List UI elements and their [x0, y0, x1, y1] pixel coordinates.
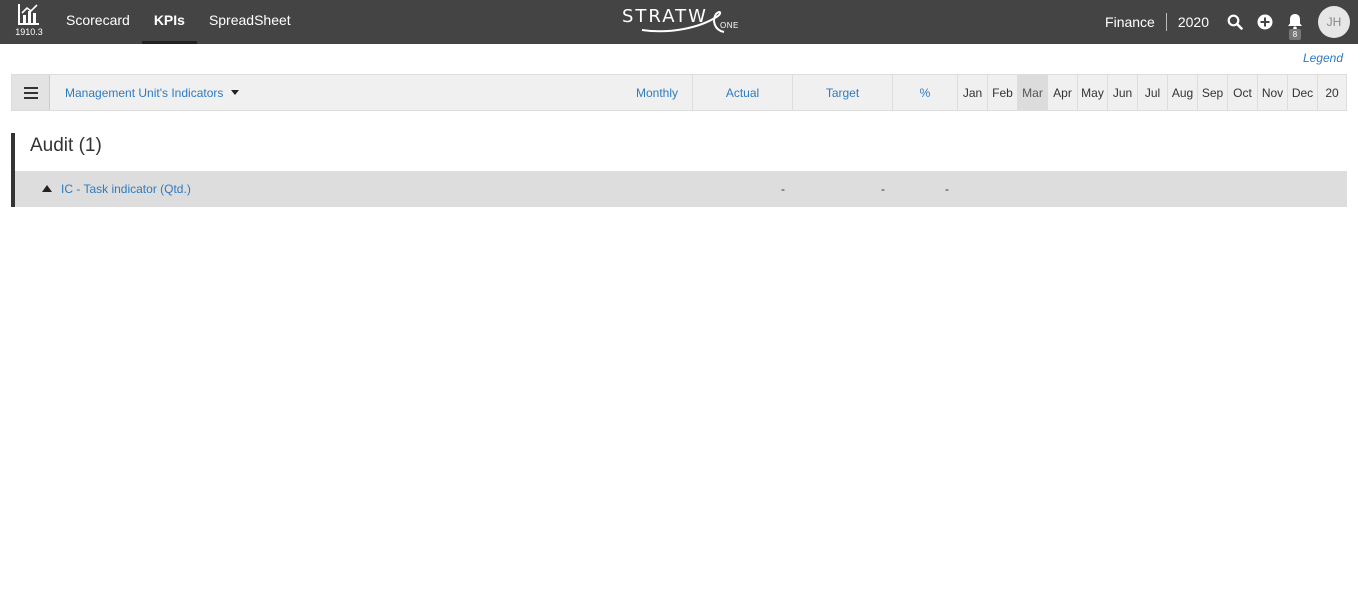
hamburger-icon	[23, 86, 38, 99]
month-oct[interactable]: Oct	[1227, 75, 1257, 110]
month-apr[interactable]: Apr	[1047, 75, 1077, 110]
brand-sub: ONE	[720, 21, 739, 30]
group-title: Audit (1)	[30, 135, 102, 156]
year-column[interactable]: 20	[1317, 75, 1346, 110]
target-column-header: Target	[792, 75, 892, 110]
month-may[interactable]: May	[1077, 75, 1107, 110]
indicator-group: Audit (1) IC - Task indicator (Qtd.) - -…	[11, 133, 1347, 207]
triangle-up-icon	[42, 185, 52, 192]
month-dec[interactable]: Dec	[1287, 75, 1317, 110]
plus-circle-icon	[1257, 14, 1273, 30]
search-button[interactable]	[1220, 0, 1250, 44]
nav-spreadsheet[interactable]: SpreadSheet	[197, 0, 303, 44]
month-mar[interactable]: Mar	[1017, 75, 1047, 110]
notification-badge: 8	[1289, 29, 1301, 40]
month-jan[interactable]: Jan	[957, 75, 987, 110]
unit-context[interactable]: Finance	[1094, 13, 1166, 31]
indicator-name-link[interactable]: IC - Task indicator (Qtd.)	[61, 182, 191, 196]
month-jun[interactable]: Jun	[1107, 75, 1137, 110]
search-icon	[1227, 14, 1243, 30]
version-label: 1910.3	[15, 27, 43, 37]
indicators-header: Management Unit's Indicators Monthly Act…	[11, 74, 1347, 111]
percent-column-header: %	[892, 75, 957, 110]
legend-link[interactable]: Legend	[1303, 51, 1343, 65]
table-row[interactable]: IC - Task indicator (Qtd.) - - -	[15, 171, 1347, 207]
app-logo[interactable]: 1910.3	[12, 2, 46, 42]
indicator-target: -	[881, 182, 885, 196]
top-bar: 1910.3 Scorecard KPIs SpreadSheet STRATW…	[0, 0, 1358, 44]
indicator-actual: -	[781, 182, 785, 196]
notifications-button[interactable]: 8	[1280, 0, 1310, 44]
unit-selector-label: Management Unit's Indicators	[65, 86, 224, 100]
avatar[interactable]: JH	[1318, 6, 1350, 38]
main-nav: Scorecard KPIs SpreadSheet	[54, 0, 303, 44]
menu-toggle-button[interactable]	[12, 75, 50, 110]
add-button[interactable]	[1250, 0, 1280, 44]
month-aug[interactable]: Aug	[1167, 75, 1197, 110]
brand-logo: STRATW ONE	[620, 4, 745, 38]
month-nov[interactable]: Nov	[1257, 75, 1287, 110]
month-feb[interactable]: Feb	[987, 75, 1017, 110]
unit-selector-dropdown[interactable]: Management Unit's Indicators	[65, 75, 240, 110]
nav-scorecard[interactable]: Scorecard	[54, 0, 142, 44]
year-context[interactable]: 2020	[1167, 13, 1220, 31]
indicator-percent: -	[945, 182, 949, 196]
month-sep[interactable]: Sep	[1197, 75, 1227, 110]
top-right-zone: Finance 2020 8 JH	[1094, 0, 1358, 44]
month-jul[interactable]: Jul	[1137, 75, 1167, 110]
frequency-selector[interactable]: Monthly	[622, 75, 692, 110]
caret-down-icon	[231, 90, 240, 95]
nav-kpis[interactable]: KPIs	[141, 0, 198, 44]
actual-column-header: Actual	[692, 75, 792, 110]
bar-chart-icon	[18, 4, 39, 25]
